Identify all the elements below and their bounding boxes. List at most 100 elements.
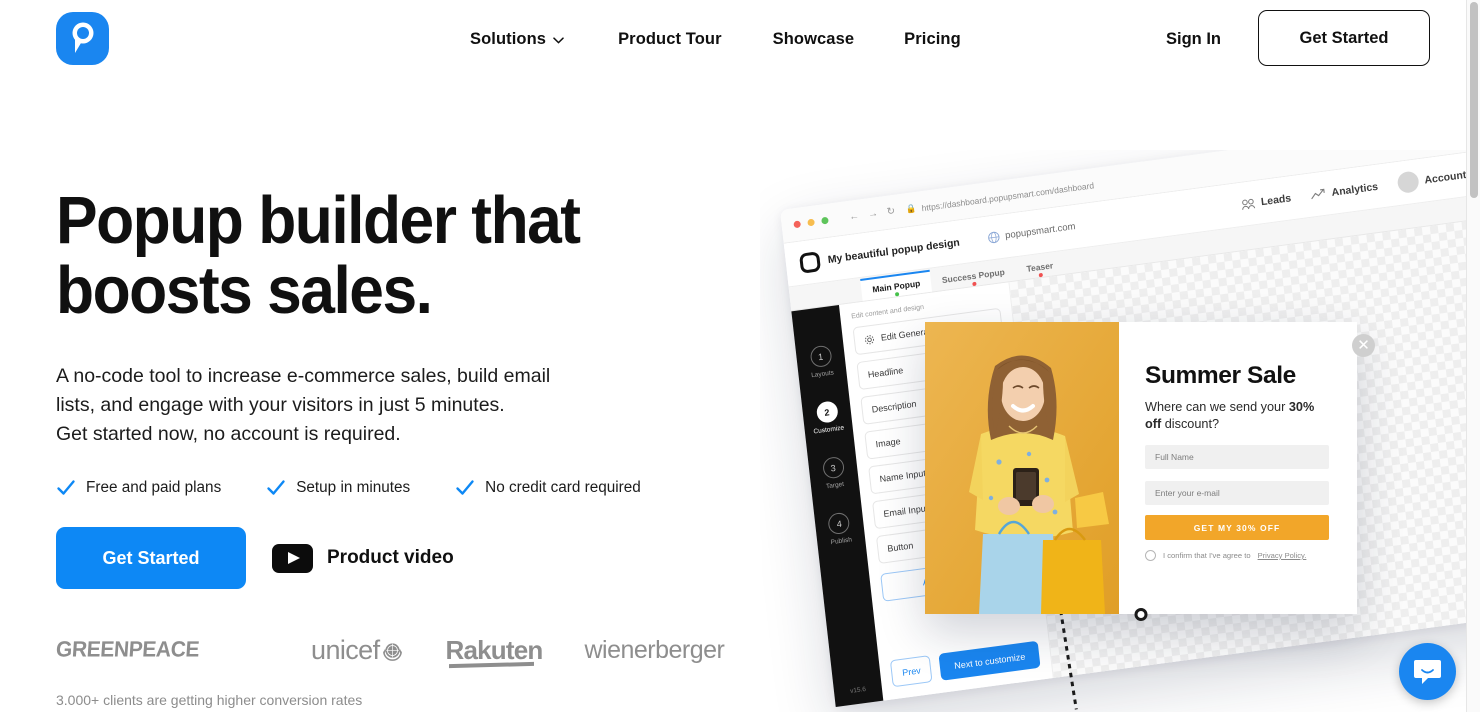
product-video-link[interactable]: Product video [272, 543, 454, 573]
popup-subtitle-after: discount? [1161, 417, 1220, 431]
next-to-customize-button[interactable]: Next to customize [938, 640, 1041, 681]
client-logo-unicef: unicef [311, 635, 405, 666]
app-link-analytics[interactable]: Analytics [1310, 180, 1379, 201]
client-logo-unicef-text: unicef [311, 634, 380, 665]
arrow-right-icon[interactable]: → [867, 208, 878, 220]
globe-icon [988, 231, 1000, 244]
popup-cta-button[interactable]: GET MY 30% OFF [1145, 515, 1329, 540]
window-minimize-dot[interactable] [807, 218, 815, 227]
arrow-left-icon[interactable]: ← [849, 211, 860, 223]
gear-icon [864, 334, 874, 344]
project-domain-text: popupsmart.com [1004, 221, 1077, 242]
popup-email-input[interactable]: Enter your e-mail [1145, 481, 1329, 505]
popup-consent-row: I confirm that I've agree to Privacy Pol… [1145, 550, 1329, 561]
check-icon [456, 480, 474, 495]
logo-glyph-icon [72, 22, 94, 53]
app-link-leads[interactable]: Leads [1240, 191, 1292, 211]
scrollbar-thumb[interactable] [1470, 2, 1478, 198]
youtube-play-icon [272, 543, 313, 573]
headline-line-1: Popup builder that [56, 183, 581, 258]
sign-in-link[interactable]: Sign In [1166, 0, 1221, 78]
close-icon[interactable]: ✕ [1352, 334, 1375, 357]
avatar-icon [1396, 170, 1420, 195]
consent-radio[interactable] [1145, 550, 1156, 561]
logo-link[interactable] [56, 12, 109, 65]
prev-button[interactable]: Prev [889, 655, 934, 688]
app-logo-icon [798, 250, 822, 274]
panel-item-label: Headline [867, 365, 904, 380]
feature-label: Setup in minutes [296, 479, 411, 496]
feature-list: Free and paid plans Setup in minutes No … [56, 478, 736, 498]
nav-item-solutions[interactable]: Solutions [470, 30, 564, 49]
hero-section: Popup builder that boosts sales. A no-co… [56, 186, 736, 589]
consent-text: I confirm that I've agree to [1163, 551, 1251, 560]
app-version: v15.6 [849, 685, 867, 695]
feature-item: No credit card required [455, 478, 641, 498]
rail-step-label: Customize [813, 424, 845, 436]
client-logos-section: GREENPEACE unicef Rakuten wienerberger 3… [55, 630, 725, 709]
popup-name-input[interactable]: Full Name [1145, 445, 1329, 469]
app-link-leads-label: Leads [1260, 191, 1292, 208]
popup-subtitle-before: Where can we send your [1145, 400, 1289, 414]
window-close-dot[interactable] [793, 220, 802, 229]
panel-item-label: Name Input [879, 468, 927, 485]
rail-step-label: Target [825, 480, 845, 491]
lock-icon: 🔒 [905, 202, 918, 215]
chat-widget-button[interactable] [1399, 643, 1456, 700]
rail-step-number: 1 [808, 344, 833, 369]
hero-cta-row: Get Started Product video [56, 527, 736, 589]
client-logo-row: GREENPEACE unicef Rakuten wienerberger [55, 630, 725, 670]
popup-title: Summer Sale [1145, 362, 1296, 389]
client-logo-wienerberger: wienerberger [584, 635, 725, 664]
nav-item-product-tour[interactable]: Product Tour [618, 30, 722, 49]
app-link-account[interactable]: Account [1396, 164, 1468, 195]
drag-anchor-handle[interactable] [1134, 608, 1148, 621]
rail-step-publish[interactable]: 4 Publish [827, 511, 853, 547]
tab-status-dot [1038, 272, 1043, 278]
nav-item-pricing[interactable]: Pricing [904, 30, 961, 49]
rail-step-customize[interactable]: 2 Customize [810, 400, 845, 436]
window-maximize-dot[interactable] [821, 216, 829, 225]
popup-preview-card: ✕ Summer Sale Where can we send your 30%… [925, 322, 1375, 621]
project-domain: popupsmart.com [987, 220, 1076, 245]
chat-bubble-icon [1414, 660, 1441, 684]
popupsmart-logo-icon [56, 12, 109, 65]
rail-step-number: 2 [815, 400, 839, 424]
panel-item-label: Image [875, 436, 902, 450]
rail-step-number: 3 [821, 455, 845, 480]
rail-step-label: Publish [830, 536, 853, 547]
headline-line-2: boosts sales. [56, 253, 433, 328]
rail-step-target[interactable]: 3 Target [821, 455, 845, 491]
feature-item: Free and paid plans [56, 478, 221, 498]
panel-item-label: Button [886, 540, 914, 554]
rail-step-layouts[interactable]: 1 Layouts [808, 344, 834, 379]
leads-icon [1242, 198, 1256, 210]
panel-item-label: Description [871, 398, 918, 415]
popup-content: ✕ Summer Sale Where can we send your 30%… [1119, 322, 1375, 614]
feature-label: No credit card required [485, 479, 641, 496]
client-logo-rakuten: Rakuten [445, 634, 543, 665]
nav-label-solutions: Solutions [470, 29, 547, 48]
rail-step-label: Layouts [810, 369, 835, 380]
panel-item-label: Email Input [882, 503, 929, 519]
popup-subtitle: Where can we send your 30% off discount? [1145, 399, 1329, 433]
page-scrollbar[interactable] [1466, 0, 1480, 712]
woman-with-phone-and-shopping-bags-illustration [925, 322, 1119, 614]
product-mockup: ← → ↻ 🔒 https://dashboard.popupsmart.com… [760, 150, 1480, 712]
reload-icon[interactable]: ↻ [886, 206, 896, 218]
hero-get-started-button[interactable]: Get Started [56, 527, 246, 589]
app-link-account-label: Account [1423, 168, 1467, 186]
clients-note: 3.000+ clients are getting higher conver… [56, 692, 363, 708]
header-get-started-button[interactable]: Get Started [1258, 10, 1430, 66]
product-video-label: Product video [327, 547, 454, 568]
privacy-policy-link[interactable]: Privacy Policy. [1258, 551, 1307, 560]
feature-label: Free and paid plans [86, 479, 222, 496]
primary-nav: Solutions Product Tour Showcase Pricing [470, 0, 961, 78]
popup-image [925, 322, 1119, 614]
page-title: Popup builder that boosts sales. [56, 186, 688, 326]
feature-item: Setup in minutes [266, 478, 410, 498]
check-icon [57, 480, 75, 495]
nav-item-showcase[interactable]: Showcase [773, 30, 855, 49]
app-link-analytics-label: Analytics [1330, 180, 1379, 199]
panel-footer: Prev Next to customize [889, 629, 1042, 699]
